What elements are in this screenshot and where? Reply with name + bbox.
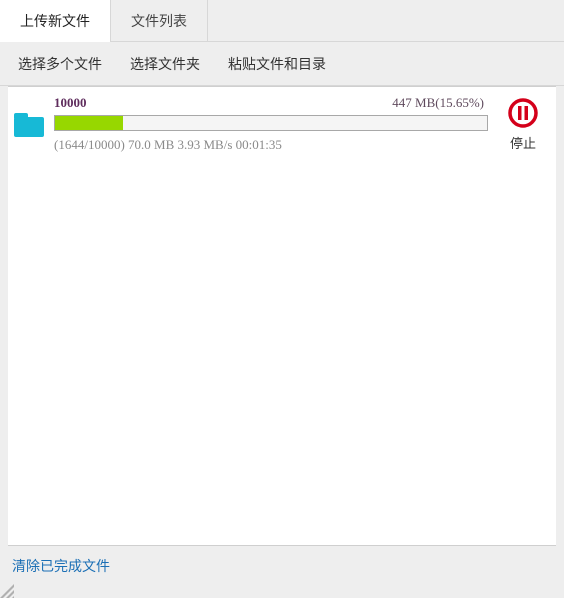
stop-label: 停止 — [510, 133, 536, 152]
resize-handle-icon[interactable] — [0, 584, 14, 598]
footer: 清除已完成文件 — [0, 546, 564, 586]
upload-item: 10000 447 MB(15.65%) (1644/10000) 70.0 M… — [8, 87, 556, 161]
tab-bar: 上传新文件 文件列表 — [0, 0, 564, 42]
select-folder-button[interactable]: 选择文件夹 — [130, 54, 200, 74]
progress-fill — [55, 116, 123, 130]
select-multiple-files-button[interactable]: 选择多个文件 — [18, 54, 102, 74]
upload-list[interactable]: 10000 447 MB(15.65%) (1644/10000) 70.0 M… — [8, 86, 556, 546]
stop-control: 停止 — [498, 97, 548, 152]
clear-completed-link[interactable]: 清除已完成文件 — [12, 556, 110, 576]
upload-size: 447 MB(15.65%) — [392, 95, 484, 111]
progress-bar — [54, 115, 488, 131]
toolbar: 选择多个文件 选择文件夹 粘贴文件和目录 — [0, 42, 564, 86]
upload-panel: 上传新文件 文件列表 选择多个文件 选择文件夹 粘贴文件和目录 10000 44… — [0, 0, 564, 598]
upload-stats: (1644/10000) 70.0 MB 3.93 MB/s 00:01:35 — [54, 137, 488, 153]
folder-icon — [14, 113, 44, 137]
upload-name: 10000 — [54, 95, 87, 111]
upload-info: 10000 447 MB(15.65%) (1644/10000) 70.0 M… — [54, 95, 488, 153]
tab-upload-new[interactable]: 上传新文件 — [0, 0, 111, 42]
paste-files-button[interactable]: 粘贴文件和目录 — [228, 54, 326, 74]
tab-file-list[interactable]: 文件列表 — [111, 0, 208, 42]
pause-icon[interactable] — [507, 97, 539, 129]
upload-header: 10000 447 MB(15.65%) — [54, 95, 488, 111]
